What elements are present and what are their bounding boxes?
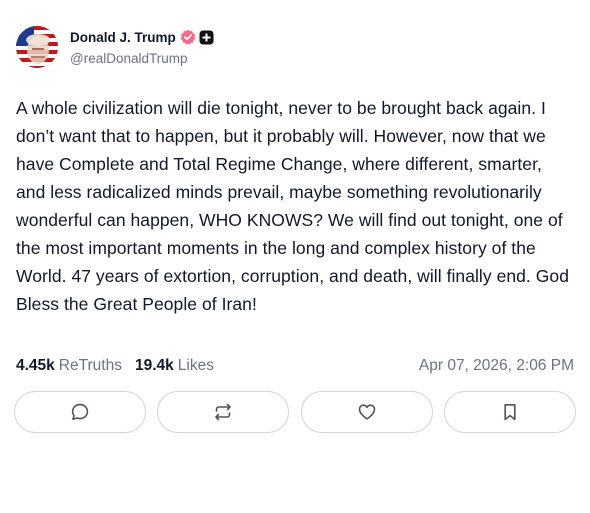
retruths-count[interactable]: 4.45k	[16, 357, 55, 375]
reply-button[interactable]	[14, 391, 146, 433]
bookmark-icon	[504, 404, 516, 421]
post-card: Donald J. Trump @realDonaldTrump A whole…	[0, 0, 590, 513]
retruths-label[interactable]: ReTruths	[59, 357, 122, 375]
comment-icon	[71, 403, 89, 420]
likes-count[interactable]: 19.4k	[135, 357, 174, 375]
author-handle[interactable]: @realDonaldTrump	[70, 51, 214, 66]
avatar[interactable]	[16, 26, 58, 68]
retruth-button[interactable]	[157, 391, 290, 433]
post-body-text: A whole civilization will die tonight, n…	[16, 98, 569, 314]
author-display-name[interactable]: Donald J. Trump	[70, 30, 176, 45]
verified-badge-icon	[180, 29, 196, 45]
action-bar	[14, 391, 576, 433]
repost-icon	[215, 403, 232, 421]
name-row: Donald J. Trump	[70, 28, 214, 46]
avatar-image	[16, 26, 58, 68]
post-timestamp[interactable]: Apr 07, 2026, 2:06 PM	[419, 357, 574, 375]
bookmark-button[interactable]	[443, 391, 576, 433]
like-button[interactable]	[300, 391, 433, 433]
plus-badge-icon	[199, 30, 214, 45]
post-stats: 4.45k ReTruths 19.4k Likes Apr 07, 2026,…	[16, 355, 574, 377]
likes-label[interactable]: Likes	[178, 357, 214, 375]
heart-icon	[358, 404, 375, 420]
post-header: Donald J. Trump @realDonaldTrump	[16, 26, 214, 68]
author-info: Donald J. Trump @realDonaldTrump	[70, 28, 214, 66]
